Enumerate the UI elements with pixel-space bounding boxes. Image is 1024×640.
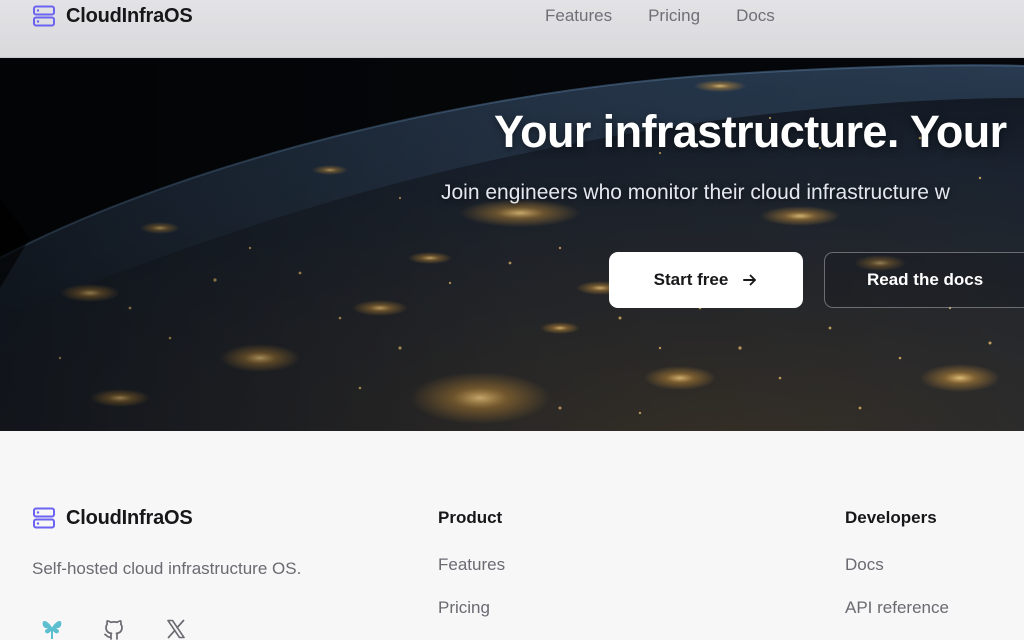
main-nav: Features Pricing Docs <box>545 6 775 26</box>
brand-name: CloudInfraOS <box>66 4 193 27</box>
footer-column-product: Product Features Pricing <box>438 508 505 640</box>
server-icon <box>33 5 55 27</box>
start-free-button[interactable]: Start free <box>609 252 803 308</box>
read-the-docs-label: Read the docs <box>867 270 984 289</box>
hero-section: Your infrastructure. Your Join engineers… <box>0 58 1024 431</box>
footer-link-list: Features Pricing <box>438 555 505 640</box>
read-the-docs-button[interactable]: Read the docs <box>824 252 1024 308</box>
arrow-right-icon <box>743 274 757 286</box>
nav-link-features[interactable]: Features <box>545 6 612 26</box>
nav-link-pricing[interactable]: Pricing <box>648 6 700 26</box>
brand-logo-link[interactable]: CloudInfraOS <box>32 3 193 29</box>
footer-brand-link[interactable]: CloudInfraOS <box>32 506 193 530</box>
github-icon <box>104 620 123 640</box>
footer-link-item: Docs <box>845 555 949 598</box>
footer-link-list: Docs API reference <box>845 555 949 640</box>
footer-link-item: Features <box>438 555 505 598</box>
x-icon <box>167 619 185 639</box>
footer-column-developers: Developers Docs API reference <box>845 508 949 640</box>
footer-column-title: Product <box>438 508 503 527</box>
page: CloudInfraOS Features Pricing Docs Your … <box>0 0 1024 640</box>
footer-link-pricing[interactable]: Pricing <box>438 598 490 617</box>
hero-subtitle: Join engineers who monitor their cloud i… <box>441 181 950 204</box>
x-link[interactable] <box>164 617 188 640</box>
github-link[interactable] <box>102 617 126 640</box>
footer-brand-name: CloudInfraOS <box>66 506 193 529</box>
hero-title: Your infrastructure. Your <box>494 106 1007 157</box>
bluesky-icon <box>42 620 62 639</box>
bluesky-link[interactable] <box>40 617 64 640</box>
footer-link-item: Pricing <box>438 598 505 640</box>
footer-link-features[interactable]: Features <box>438 555 505 574</box>
start-free-label: Start free <box>653 270 729 289</box>
nav-link-docs[interactable]: Docs <box>736 6 775 26</box>
footer-column-title: Developers <box>845 508 937 527</box>
server-icon <box>33 507 55 529</box>
social-links <box>40 617 188 640</box>
footer-link-api-reference[interactable]: API reference <box>845 598 949 617</box>
site-footer: CloudInfraOS Self-hosted cloud infrastru… <box>0 431 1024 640</box>
footer-tagline: Self-hosted cloud infrastructure OS. <box>32 559 302 578</box>
footer-link-docs[interactable]: Docs <box>845 555 884 574</box>
footer-link-item: API reference <box>845 598 949 640</box>
site-header: CloudInfraOS Features Pricing Docs <box>0 0 1024 58</box>
